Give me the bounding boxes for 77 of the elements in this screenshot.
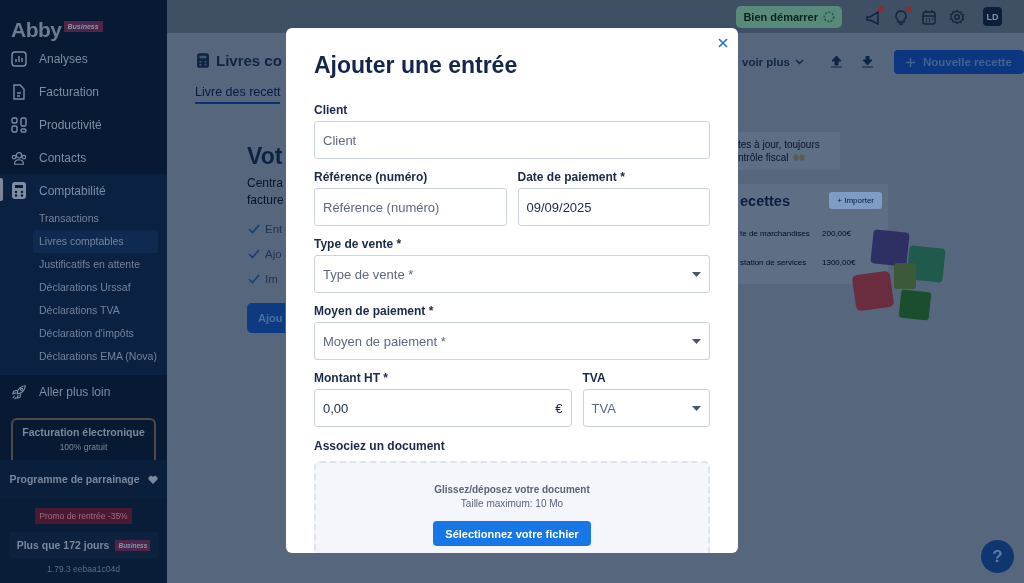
field-label: Référence (numéro) xyxy=(314,169,429,185)
caret-icon xyxy=(692,405,701,411)
dropdown-field[interactable]: Moyen de paiement * xyxy=(314,322,710,360)
settings-icon[interactable] xyxy=(949,8,965,25)
sidebar-subitem[interactable]: Livres comptables xyxy=(33,230,158,253)
size-limit: Taille maximum: 10 Mo xyxy=(460,498,564,509)
sidebar-item[interactable]: Comptabilité xyxy=(0,174,167,207)
sidebar-item[interactable]: Analyses xyxy=(0,42,167,75)
info-card: tes à jour, toujours ntrôle fiscal xyxy=(738,132,840,170)
sidebar-item[interactable]: Productivité xyxy=(0,108,167,141)
amount-field[interactable]: 0,00 € xyxy=(314,389,572,427)
drop-hint: Glissez/déposez votre document xyxy=(434,484,590,495)
hero-heading: Vot xyxy=(247,143,284,171)
check-icon xyxy=(248,274,260,284)
select-file-button[interactable]: Sélectionnez votre fichier xyxy=(433,521,591,546)
people-icon xyxy=(11,149,27,166)
tab[interactable]: Livre des recett xyxy=(195,85,281,104)
lightbulb-icon[interactable] xyxy=(893,8,909,25)
input-field[interactable]: Client xyxy=(314,121,710,159)
version-label: 1.79.3 eebaa1c04d xyxy=(47,564,120,574)
sidebar-subitem[interactable]: Déclaration d'impôts xyxy=(33,322,158,345)
field-label: Type de vente * xyxy=(314,236,403,252)
field-label: Moyen de paiement * xyxy=(314,303,435,319)
grid-icon xyxy=(11,116,27,133)
page-title: Livres co xyxy=(216,51,282,69)
promo-badge: Promo de rentrée -35% xyxy=(35,508,132,524)
calculator-icon xyxy=(12,182,26,199)
field-label: TVA xyxy=(582,370,607,386)
heart-icon xyxy=(147,474,158,484)
download-icon[interactable] xyxy=(861,56,873,68)
caret-icon xyxy=(692,271,701,277)
caret-icon xyxy=(692,338,701,344)
hero-text: facture xyxy=(247,192,285,209)
document-icon xyxy=(12,83,26,100)
chevron-down-icon xyxy=(794,59,804,65)
calculator-icon xyxy=(197,52,209,68)
field-label: Associez un document xyxy=(314,438,446,454)
progress-ring-icon xyxy=(823,10,835,23)
more-menu[interactable]: voir plus xyxy=(742,56,790,68)
preview-amount: 200,00€ xyxy=(822,229,851,238)
preview-label: te de marchandises xyxy=(740,229,811,238)
calendar-icon[interactable] xyxy=(921,8,937,25)
chart-icon xyxy=(11,50,27,67)
app-logo: Abby xyxy=(11,18,62,42)
preview-label: station de services xyxy=(740,258,808,267)
sidebar-subitem[interactable]: Déclarations TVA xyxy=(33,299,158,322)
preview-title: ecettes xyxy=(740,192,790,209)
upload-icon[interactable] xyxy=(830,56,842,68)
preview-amount: 1300,00€ xyxy=(822,258,856,267)
sidebar-item[interactable]: Facturation xyxy=(0,75,167,108)
close-icon[interactable] xyxy=(718,38,728,48)
dropdown-field[interactable]: TVA xyxy=(582,389,710,427)
input-field[interactable]: Référence (numéro) xyxy=(314,188,507,226)
sidebar-subitem[interactable]: Transactions xyxy=(33,207,158,230)
sidebar-subitem[interactable]: Justificatifs en attente xyxy=(33,253,158,276)
input-field[interactable]: 09/09/2025 xyxy=(517,188,710,226)
feature-text: Ajo xyxy=(265,248,282,260)
field-label: Client xyxy=(314,102,349,118)
sidebar-subitem[interactable]: Déclarations EMA (Nova) xyxy=(33,345,158,368)
sidebar-subitem[interactable]: Déclarations Urssaf xyxy=(33,276,158,299)
hero-text: Centra xyxy=(247,175,285,192)
field-label: Montant HT * xyxy=(314,370,389,386)
plus-icon xyxy=(905,57,915,67)
check-icon xyxy=(248,249,260,259)
feature-text: Ent xyxy=(265,223,283,235)
file-drop-zone[interactable]: Glissez/déposez votre document Taille maximum: 10 Mo Sélectionnez votre fichier xyxy=(314,461,710,553)
user-avatar[interactable]: LD xyxy=(983,7,1002,26)
megaphone-icon[interactable] xyxy=(865,8,881,25)
dialog-title: Ajouter une entrée xyxy=(314,51,519,80)
rocket-icon xyxy=(11,382,27,401)
dropdown-field[interactable]: Type de vente * xyxy=(314,255,710,293)
check-icon xyxy=(248,224,260,234)
sidebar-item[interactable]: Aller plus loin xyxy=(0,375,167,408)
getting-started-button[interactable]: Bien démarrer xyxy=(736,5,842,28)
field-label: Date de paiement * xyxy=(517,169,626,185)
sidebar-item[interactable]: Contacts xyxy=(0,141,167,174)
eyes-icon xyxy=(792,154,805,161)
